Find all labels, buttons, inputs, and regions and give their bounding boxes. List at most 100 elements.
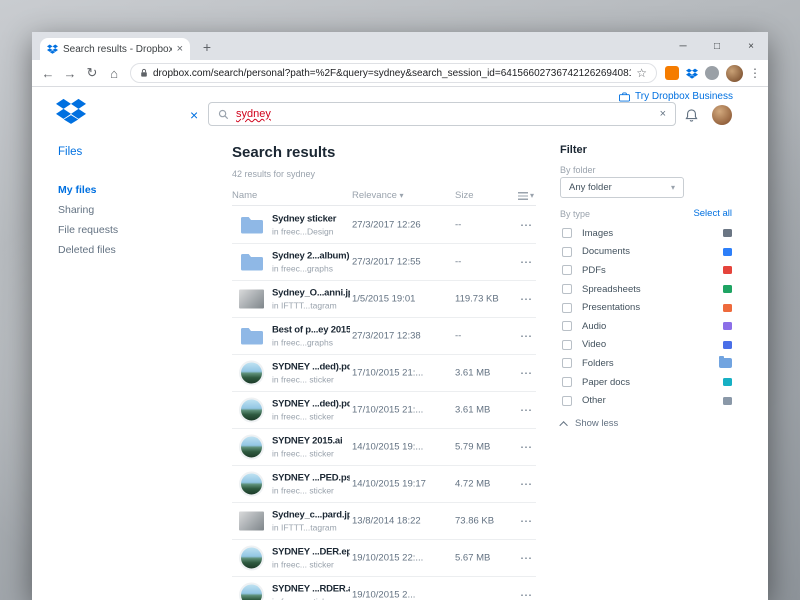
type-checkbox[interactable] [562,377,572,387]
search-result-row[interactable]: SYDNEY ...ded).pdf in freec... sticker 1… [232,355,536,392]
filter-type-video[interactable]: Video [560,336,736,355]
search-close-icon[interactable]: × [190,107,198,123]
pdfs-type-icon [723,266,732,274]
filter-type-spreadsheets[interactable]: Spreadsheets [560,280,736,299]
file-date: 1/5/2015 19:01 [352,294,447,305]
row-more-button[interactable]: ⋯ [520,292,532,306]
search-result-row[interactable]: SYDNEY ...DER.eps in freec... sticker 19… [232,540,536,577]
extension-icon-gray[interactable] [705,66,719,80]
search-result-row[interactable]: Sydney_c...pard.jpg in IFTTT...tagram 13… [232,503,536,540]
row-more-button[interactable]: ⋯ [520,218,532,232]
row-more-button[interactable]: ⋯ [520,440,532,454]
search-result-row[interactable]: Sydney sticker in freec...Design 27/3/20… [232,207,536,244]
filter-type-folders[interactable]: Folders [560,354,736,373]
type-checkbox[interactable] [562,321,572,331]
type-checkbox[interactable] [562,284,572,294]
filter-type-other[interactable]: Other [560,391,736,410]
filter-type-pdfs[interactable]: PDFs [560,261,736,280]
browser-window: Search results - Dropbox × + ─ □ × ← → ↻… [32,32,768,600]
tab-close-icon[interactable]: × [177,44,183,55]
notifications-bell-icon[interactable] [684,108,699,128]
column-name: Name [232,190,257,201]
sticker-thumbnail [239,435,264,460]
sticker-thumbnail [239,398,264,423]
file-date: 17/10/2015 21:... [352,368,447,379]
extension-icon-orange[interactable] [665,66,679,80]
search-clear-icon[interactable]: × [660,108,666,120]
documents-type-icon [723,248,732,256]
row-thumbnail [238,398,265,423]
file-size: 3.61 MB [455,368,507,379]
new-tab-button[interactable]: + [198,39,216,57]
sidebar-files-link[interactable]: Files [58,146,82,158]
file-name: Sydney 2...album) [272,251,350,262]
search-result-row[interactable]: Sydney 2...album) in freec...graphs 27/3… [232,244,536,281]
dropbox-logo-icon[interactable] [56,98,86,129]
search-input[interactable]: sydney × [208,102,676,126]
row-more-button[interactable]: ⋯ [520,477,532,491]
search-result-row[interactable]: SYDNEY 2015.ai in freec... sticker 14/10… [232,429,536,466]
view-options-button[interactable]: ▾ [518,191,534,200]
type-checkbox[interactable] [562,340,572,350]
filter-type-paper-docs[interactable]: Paper docs [560,373,736,392]
type-checkbox[interactable] [562,303,572,313]
search-result-row[interactable]: Sydney_O...anni.jpg in IFTTT...tagram 1/… [232,281,536,318]
sidebar-item-my-files[interactable]: My files [58,180,118,200]
extension-icon-dropbox[interactable] [685,66,699,80]
type-checkbox[interactable] [562,265,572,275]
search-result-row[interactable]: SYDNEY ...ded).pdf in freec... sticker 1… [232,392,536,429]
browser-profile-avatar[interactable] [726,65,743,82]
sidebar-item-file-requests[interactable]: File requests [58,220,118,240]
file-date: 27/3/2017 12:26 [352,220,447,231]
filter-type-presentations[interactable]: Presentations [560,298,736,317]
home-button[interactable]: ⌂ [104,66,124,81]
row-more-button[interactable]: ⋯ [520,588,532,600]
filter-title: Filter [560,144,587,156]
type-label: Audio [582,321,606,332]
window-close-button[interactable]: × [734,32,768,60]
select-all-link[interactable]: Select all [693,208,732,219]
address-bar[interactable]: dropbox.com/search/personal?path=%2F&que… [130,63,657,83]
filter-type-audio[interactable]: Audio [560,317,736,336]
file-date: 19/10/2015 2... [352,590,447,600]
row-more-button[interactable]: ⋯ [520,329,532,343]
browser-menu-icon[interactable]: ⋮ [748,66,762,80]
file-path: in freec...Design [272,227,350,237]
type-label: Video [582,339,606,350]
folder-dropdown[interactable]: Any folder ▾ [560,177,684,198]
show-less-button[interactable]: Show less [562,418,618,429]
row-thumbnail [238,327,265,346]
row-thumbnail [238,472,265,497]
type-checkbox[interactable] [562,247,572,257]
window-maximize-button[interactable]: □ [700,32,734,60]
account-avatar[interactable] [712,105,732,125]
type-checkbox[interactable] [562,358,572,368]
row-thumbnail [238,546,265,571]
back-button[interactable]: ← [38,66,58,81]
reload-button[interactable]: ↻ [82,65,102,81]
search-result-row[interactable]: SYDNEY ...RDER.ai in freec... sticker 19… [232,577,536,600]
column-relevance-sort[interactable]: Relevance ▾ [352,190,404,201]
filter-type-images[interactable]: Images [560,224,736,243]
file-path: in freec... sticker [272,560,350,570]
browser-tab[interactable]: Search results - Dropbox × [40,38,190,60]
forward-button[interactable]: → [60,66,80,81]
try-dropbox-business-link[interactable]: Try Dropbox Business [619,91,733,102]
row-more-button[interactable]: ⋯ [520,551,532,565]
sidebar-item-deleted-files[interactable]: Deleted files [58,240,118,260]
file-name: SYDNEY ...PED.psd [272,473,350,484]
bookmark-star-icon[interactable]: ☆ [636,66,647,80]
by-folder-label: By folder [560,165,596,175]
search-result-row[interactable]: Best of p...ey 2015 in freec...graphs 27… [232,318,536,355]
type-checkbox[interactable] [562,396,572,406]
row-more-button[interactable]: ⋯ [520,366,532,380]
type-checkbox[interactable] [562,228,572,238]
row-more-button[interactable]: ⋯ [520,514,532,528]
search-result-row[interactable]: SYDNEY ...PED.psd in freec... sticker 14… [232,466,536,503]
file-name: Best of p...ey 2015 [272,325,350,336]
row-more-button[interactable]: ⋯ [520,255,532,269]
sidebar-item-sharing[interactable]: Sharing [58,200,118,220]
row-more-button[interactable]: ⋯ [520,403,532,417]
filter-type-documents[interactable]: Documents [560,243,736,262]
window-minimize-button[interactable]: ─ [666,32,700,60]
